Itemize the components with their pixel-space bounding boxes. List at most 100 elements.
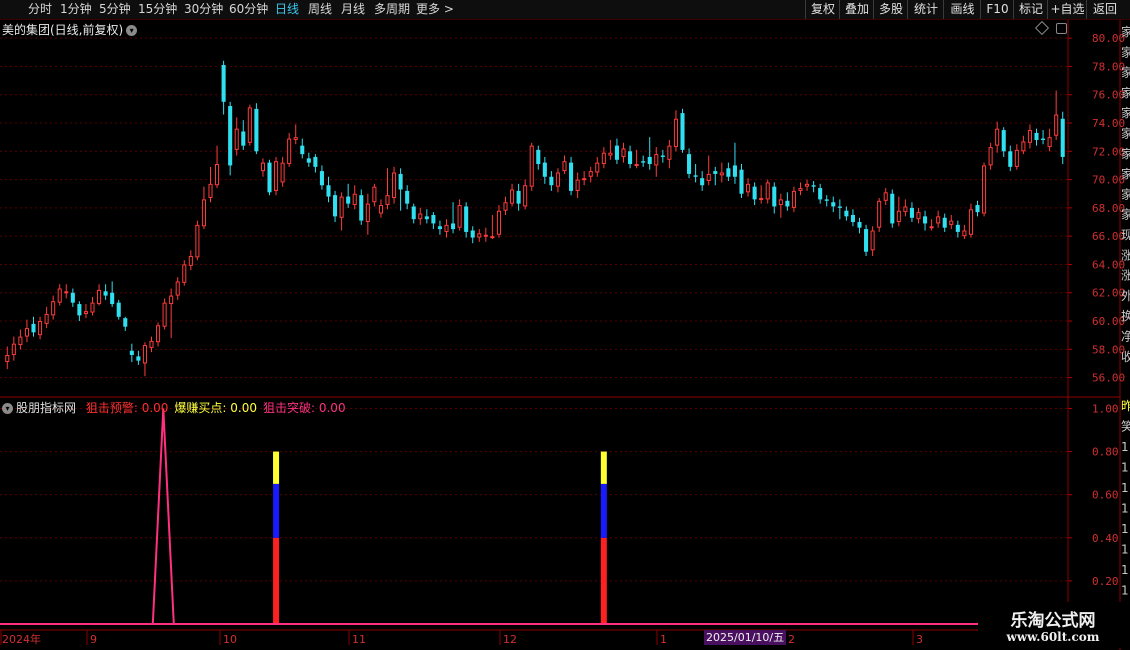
- candle-body-down: [975, 205, 980, 213]
- candle-body-up: [372, 186, 377, 203]
- candle-body-up: [936, 216, 941, 224]
- candle-body-down: [333, 195, 338, 217]
- candle-body-down: [326, 185, 331, 197]
- indicator-options-icon[interactable]: ▾: [2, 403, 13, 414]
- candle-body-down: [267, 162, 272, 193]
- candle-body-up: [673, 118, 678, 148]
- candle-body-up: [156, 325, 161, 343]
- candle-body-up: [64, 291, 69, 294]
- candle-body-down: [739, 169, 744, 194]
- watermark: 乐淘公式网 www.60lt.com: [978, 602, 1128, 648]
- date-label: 2024年: [2, 632, 41, 646]
- buy-signal-bar-blue: [273, 483, 280, 538]
- candle-body-down: [136, 356, 141, 361]
- date-label: 9: [90, 633, 97, 646]
- candle-body-up: [18, 336, 23, 346]
- info-strip-char: 家: [1121, 146, 1130, 161]
- candle-body-down: [411, 206, 416, 220]
- info-strip-char: 换: [1121, 309, 1130, 323]
- candle-body-up: [510, 189, 515, 204]
- kline-chart[interactable]: 80.0078.0076.0074.0072.0070.0068.0066.00…: [0, 0, 1130, 650]
- indicator-tick-label: 0.80: [1092, 446, 1119, 459]
- info-strip-char: 涨: [1121, 268, 1130, 283]
- candle-body-down: [687, 154, 692, 174]
- candle-body-up: [523, 185, 528, 207]
- window-icon[interactable]: [1056, 23, 1067, 34]
- candle-body-up: [1021, 141, 1026, 152]
- candle-body-down: [549, 176, 554, 186]
- candle-body-up: [791, 190, 796, 208]
- info-strip-char: 家: [1121, 105, 1130, 120]
- candle-body-down: [437, 226, 442, 230]
- candle-body-up: [11, 343, 16, 355]
- candle-body-down: [516, 190, 521, 204]
- info-strip-char: 家: [1121, 207, 1130, 222]
- info-strip-char: 1: [1121, 543, 1129, 557]
- candle-body-down: [1001, 130, 1006, 152]
- candle-body-up: [621, 148, 626, 157]
- candle-body-up: [575, 179, 580, 191]
- candle-body-down: [103, 291, 108, 296]
- indicator-tick-label: 0.60: [1092, 489, 1119, 502]
- candle-body-up: [929, 226, 934, 229]
- candle-body-down: [1041, 138, 1046, 140]
- candle-body-up: [968, 209, 973, 235]
- candle-body-down: [306, 158, 311, 163]
- candle-body-down: [359, 195, 364, 221]
- buy-signal-bar-red: [273, 537, 280, 624]
- info-strip-char: 家: [1121, 65, 1130, 80]
- candle-body-up: [365, 203, 370, 223]
- candle-body-up: [385, 195, 390, 206]
- date-label: 12: [503, 633, 517, 646]
- candle-body-up: [883, 192, 888, 201]
- candle-body-up: [339, 196, 344, 218]
- candle-body-down: [942, 217, 947, 228]
- candle-body-up: [949, 220, 954, 225]
- candle-body-up: [44, 313, 49, 324]
- candle-body-down: [319, 171, 324, 186]
- info-strip-char: 1: [1121, 440, 1129, 454]
- candle-body-down: [890, 193, 895, 224]
- candle-body-up: [169, 295, 174, 305]
- candle-body-up: [601, 152, 606, 165]
- candle-body-down: [700, 178, 705, 186]
- candle-body-down: [831, 202, 836, 207]
- candle-body-up: [457, 205, 462, 228]
- info-strip-char: 1: [1121, 563, 1129, 577]
- candle-body-down: [850, 214, 855, 223]
- candle-body-up: [588, 171, 593, 177]
- info-strip-char: 1: [1121, 461, 1129, 475]
- candle-body-up: [765, 182, 770, 200]
- date-label: 1: [660, 633, 667, 646]
- candle-body-up: [1047, 137, 1052, 148]
- candle-body-down: [647, 156, 652, 165]
- buy-signal-bar-yellow: [600, 451, 607, 484]
- candle-body-up: [90, 302, 95, 313]
- buy-signal-bar-blue: [600, 483, 607, 538]
- candle-body-down: [542, 162, 547, 177]
- candle-body-up: [608, 152, 613, 156]
- candle-body-down: [398, 173, 403, 190]
- candle-body-up: [903, 206, 908, 213]
- candle-body-down: [785, 200, 790, 207]
- info-strip-char: 1: [1121, 522, 1129, 536]
- candle-body-down: [811, 185, 816, 187]
- candle-body-up: [490, 236, 495, 239]
- candle-body-down: [628, 151, 633, 165]
- candle-body-up: [247, 107, 252, 143]
- candle-body-up: [234, 128, 239, 150]
- candle-body-up: [916, 212, 921, 220]
- candle-body-down: [70, 292, 75, 303]
- candle-body-up: [57, 288, 62, 303]
- candle-body-down: [569, 162, 574, 191]
- watermark-title: 乐淘公式网: [1010, 611, 1096, 631]
- candle-body-down: [313, 156, 318, 167]
- candle-body-up: [208, 183, 213, 198]
- candle-body-up: [24, 328, 29, 337]
- indicator-tick-label: 0.40: [1092, 532, 1119, 545]
- candle-body-down: [909, 207, 914, 218]
- info-strip-char: 净: [1121, 330, 1130, 344]
- candle-body-up: [896, 210, 901, 223]
- candle-body-up: [287, 138, 292, 165]
- candle-body-up: [759, 197, 764, 200]
